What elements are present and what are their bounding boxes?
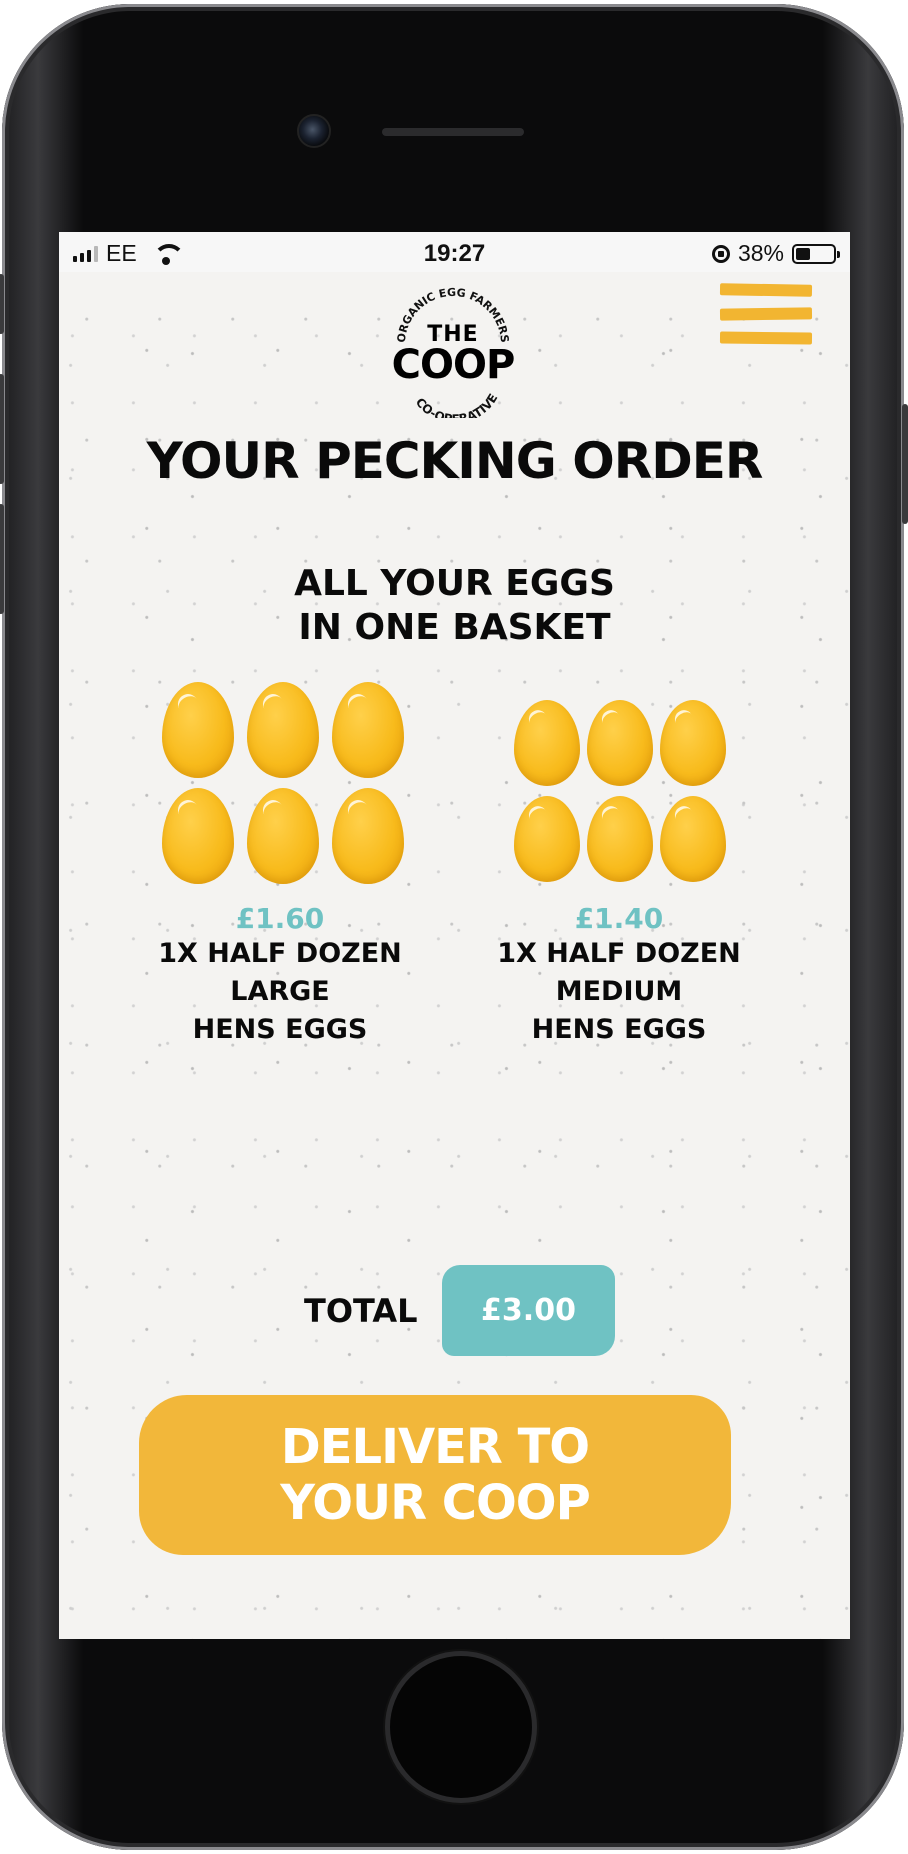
page-subtitle: ALL YOUR EGGS IN ONE BASKET xyxy=(59,562,850,650)
app-screen: EE 19:27 38% ORGANIC EGG FARMERS CO-O AT… xyxy=(59,232,850,1639)
medium-eggs-image xyxy=(499,682,739,902)
egg-icon xyxy=(247,682,319,778)
product-description: 1X HALF DOZEN LARGE HENS EGGS xyxy=(120,935,440,1049)
product-card-medium[interactable]: £1.40 1X HALF DOZEN MEDIUM HENS EGGS xyxy=(459,682,779,1049)
deliver-to-coop-button[interactable]: DELIVER TO YOUR COOP xyxy=(139,1395,731,1555)
product-description: 1X HALF DOZEN MEDIUM HENS EGGS xyxy=(459,935,779,1049)
volume-up-button xyxy=(0,374,4,484)
front-camera xyxy=(297,114,331,148)
product-desc-line: HENS EGGS xyxy=(531,1014,707,1045)
status-right: 38% xyxy=(711,240,840,267)
subtitle-line-1: ALL YOUR EGGS xyxy=(294,563,615,604)
product-desc-line: HENS EGGS xyxy=(192,1014,368,1045)
battery-icon xyxy=(792,243,840,264)
product-desc-line: 1X HALF DOZEN xyxy=(158,938,402,969)
hamburger-menu-icon[interactable] xyxy=(719,278,813,350)
total-badge: £3.00 xyxy=(442,1265,615,1356)
phone-frame: EE 19:27 38% ORGANIC EGG FARMERS CO-O AT… xyxy=(0,4,908,1850)
battery-percent: 38% xyxy=(737,240,784,266)
page-title: YOUR PECKING ORDER xyxy=(146,432,764,490)
egg-icon xyxy=(587,796,653,882)
egg-icon xyxy=(247,788,319,884)
total-label: TOTAL xyxy=(304,1292,418,1330)
earpiece-speaker xyxy=(382,128,524,136)
mute-switch xyxy=(0,274,4,334)
product-price: £1.60 xyxy=(235,902,325,935)
egg-icon xyxy=(162,682,234,778)
product-desc-line: 1X HALF DOZEN xyxy=(497,938,741,969)
egg-icon xyxy=(162,788,234,884)
rotation-lock-icon xyxy=(711,244,730,263)
product-desc-line: LARGE xyxy=(230,976,330,1007)
product-price: £1.40 xyxy=(574,902,664,935)
egg-icon xyxy=(660,700,726,786)
logo-coop: COOP xyxy=(391,342,516,388)
egg-icon xyxy=(660,796,726,882)
volume-down-button xyxy=(0,504,4,614)
egg-icon xyxy=(514,796,580,882)
large-eggs-image xyxy=(160,682,404,902)
home-button[interactable] xyxy=(385,1651,537,1803)
power-button xyxy=(902,404,908,524)
egg-icon xyxy=(587,700,653,786)
egg-icon xyxy=(332,682,404,778)
subtitle-line-2: IN ONE BASKET xyxy=(298,607,611,648)
egg-icon xyxy=(332,788,404,884)
product-card-large[interactable]: £1.60 1X HALF DOZEN LARGE HENS EGGS xyxy=(120,682,440,1049)
status-bar: EE 19:27 38% xyxy=(59,232,850,272)
product-desc-line: MEDIUM xyxy=(555,976,683,1007)
deliver-button-line-2: YOUR COOP xyxy=(280,1475,591,1531)
egg-icon xyxy=(514,700,580,786)
total-value: £3.00 xyxy=(481,1293,576,1328)
coop-logo[interactable]: ORGANIC EGG FARMERS CO-OPERATIVE THE COO… xyxy=(385,282,521,418)
deliver-button-line-1: DELIVER TO xyxy=(280,1419,590,1475)
svg-text:CO-OPERATIVE: CO-OPERATIVE xyxy=(413,391,501,418)
